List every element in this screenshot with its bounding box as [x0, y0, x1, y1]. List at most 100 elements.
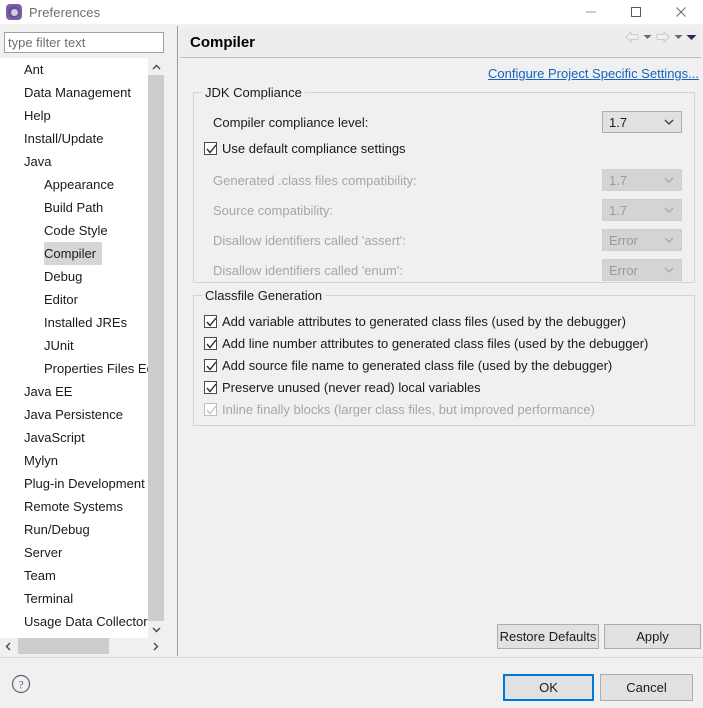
chevron-down-icon: [664, 207, 674, 213]
classfile-option-checkbox: Inline finally blocks (larger class file…: [204, 398, 595, 420]
compliance-level-label: Compiler compliance level:: [213, 114, 369, 130]
sidebar-item-java-ee[interactable]: Java EE: [0, 380, 164, 403]
classfile-option-label: Add line number attributes to generated …: [222, 335, 649, 351]
configure-project-specific-settings-link[interactable]: Configure Project Specific Settings...: [488, 66, 699, 81]
sidebar-item-junit[interactable]: JUnit: [0, 334, 164, 357]
sidebar-item-run-debug[interactable]: Run/Debug: [0, 518, 164, 541]
jdk-row: Disallow identifiers called 'assert': Err…: [194, 227, 694, 253]
sidebar-item-remote-systems[interactable]: Remote Systems: [0, 495, 164, 518]
preferences-gear-icon: [6, 4, 22, 20]
title-bar: Preferences: [0, 0, 703, 24]
compliance-level-value: 1.7: [609, 114, 628, 130]
sidebar-item-javascript[interactable]: JavaScript: [0, 426, 164, 449]
classfile-generation-group-title: Classfile Generation: [202, 288, 326, 303]
minimize-icon[interactable]: [568, 0, 613, 24]
sidebar-item-team[interactable]: Team: [0, 564, 164, 587]
sidebar-item-terminal[interactable]: Terminal: [0, 587, 164, 610]
sidebar-item-ant[interactable]: Ant: [0, 58, 164, 81]
checkbox-checked-icon: [204, 402, 217, 416]
footer-separator: [0, 657, 703, 658]
sidebar-item-java[interactable]: Java: [0, 150, 164, 173]
sidebar-item-server[interactable]: Server: [0, 541, 164, 564]
scroll-right-icon[interactable]: [148, 638, 164, 654]
classfile-option-checkbox[interactable]: Preserve unused (never read) local varia…: [204, 376, 481, 398]
cancel-button[interactable]: Cancel: [600, 674, 693, 701]
view-menu-chevron-icon[interactable]: [686, 34, 697, 41]
jdk-row-select: Error: [602, 259, 682, 281]
jdk-row-value: 1.7: [609, 202, 628, 218]
preferences-dialog: Preferences AntData ManagementHelpInstal…: [0, 0, 703, 708]
compliance-level-select[interactable]: 1.7: [602, 111, 682, 133]
svg-text:?: ?: [18, 678, 23, 692]
ok-button[interactable]: OK: [503, 674, 594, 701]
sidebar-item-appearance[interactable]: Appearance: [0, 173, 164, 196]
close-icon[interactable]: [658, 0, 703, 24]
classfile-option-checkbox[interactable]: Add source file name to generated class …: [204, 354, 612, 376]
jdk-row: Disallow identifiers called 'enum': Error: [194, 257, 694, 283]
jdk-row-label: Generated .class files compatibility:: [213, 172, 417, 188]
classfile-generation-group: Classfile Generation Add variable attrib…: [193, 288, 695, 426]
page-title: Compiler: [190, 33, 256, 51]
classfile-option-checkbox[interactable]: Add variable attributes to generated cla…: [204, 310, 626, 332]
sidebar-item-help[interactable]: Help: [0, 104, 164, 127]
sidebar-item-usage-data-collector[interactable]: Usage Data Collector: [0, 610, 164, 633]
sidebar-item-plug-in-development[interactable]: Plug-in Development: [0, 472, 164, 495]
sidebar-item-debug[interactable]: Debug: [0, 265, 164, 288]
jdk-row-select: Error: [602, 229, 682, 251]
sidebar-item-code-style[interactable]: Code Style: [0, 219, 164, 242]
classfile-option-checkbox[interactable]: Add line number attributes to generated …: [204, 332, 648, 354]
tree-vertical-scrollbar[interactable]: [148, 58, 164, 638]
sidebar-item-editor[interactable]: Editor: [0, 288, 164, 311]
sidebar-item-properties-files-ed[interactable]: Properties Files Ed: [0, 357, 164, 380]
sidebar-item-mylyn[interactable]: Mylyn: [0, 449, 164, 472]
use-default-compliance-checkbox[interactable]: Use default compliance settings: [204, 137, 406, 159]
pane-divider: [177, 26, 178, 656]
jdk-compliance-group-title: JDK Compliance: [202, 85, 305, 100]
maximize-icon[interactable]: [613, 0, 658, 24]
classfile-option-label: Add source file name to generated class …: [222, 357, 613, 373]
jdk-row-select: 1.7: [602, 199, 682, 221]
chevron-down-icon: [664, 237, 674, 243]
jdk-row: Source compatibility: 1.7: [194, 197, 694, 223]
tree-scroll-thumb[interactable]: [148, 75, 164, 621]
jdk-row-value: 1.7: [609, 172, 628, 188]
classfile-option-label: Preserve unused (never read) local varia…: [222, 379, 481, 395]
jdk-compliance-group: JDK Compliance Compiler compliance level…: [193, 85, 695, 283]
restore-defaults-button[interactable]: Restore Defaults: [497, 624, 599, 649]
tree-horizontal-scrollbar[interactable]: [0, 638, 164, 654]
jdk-row: Generated .class files compatibility: 1.7: [194, 167, 694, 193]
sidebar-item-java-persistence[interactable]: Java Persistence: [0, 403, 164, 426]
forward-arrow-icon[interactable]: [655, 30, 671, 44]
compliance-level-row: Compiler compliance level: 1.7: [194, 109, 694, 135]
tree-hscroll-thumb[interactable]: [18, 638, 109, 654]
content-header: Compiler: [180, 28, 700, 56]
window-controls: [568, 0, 703, 24]
checkbox-checked-icon: [204, 336, 217, 350]
preferences-tree[interactable]: Ant Data Management Help Install/Update Java…: [0, 58, 164, 638]
chevron-down-icon: [664, 177, 674, 183]
chevron-down-icon: [664, 119, 674, 125]
back-arrow-icon[interactable]: [624, 30, 640, 44]
scroll-left-icon[interactable]: [0, 638, 16, 654]
scroll-down-icon[interactable]: [148, 621, 164, 638]
jdk-row-select: 1.7: [602, 169, 682, 191]
sidebar-item-install-update[interactable]: Install/Update: [0, 127, 164, 150]
back-menu-chevron-down-icon[interactable]: [643, 34, 652, 40]
jdk-row-label: Source compatibility:: [213, 202, 333, 218]
sidebar-item-installed-jres[interactable]: Installed JREs: [0, 311, 164, 334]
jdk-row-label: Disallow identifiers called 'enum':: [213, 262, 403, 278]
navigation-toolbar: [624, 30, 697, 44]
classfile-option-label: Inline finally blocks (larger class file…: [222, 401, 595, 417]
forward-menu-chevron-down-icon[interactable]: [674, 34, 683, 40]
apply-button[interactable]: Apply: [604, 624, 701, 649]
help-icon[interactable]: ?: [10, 673, 32, 695]
sidebar-item-compiler[interactable]: Compiler: [44, 242, 103, 265]
jdk-row-value: Error: [609, 232, 638, 248]
window-title: Preferences: [29, 4, 101, 20]
search-input[interactable]: [4, 32, 164, 53]
use-default-compliance-label: Use default compliance settings: [222, 140, 406, 156]
checkbox-checked-icon: [204, 141, 217, 155]
sidebar-item-build-path[interactable]: Build Path: [0, 196, 164, 219]
scroll-up-icon[interactable]: [148, 58, 164, 75]
sidebar-item-data-management[interactable]: Data Management: [0, 81, 164, 104]
